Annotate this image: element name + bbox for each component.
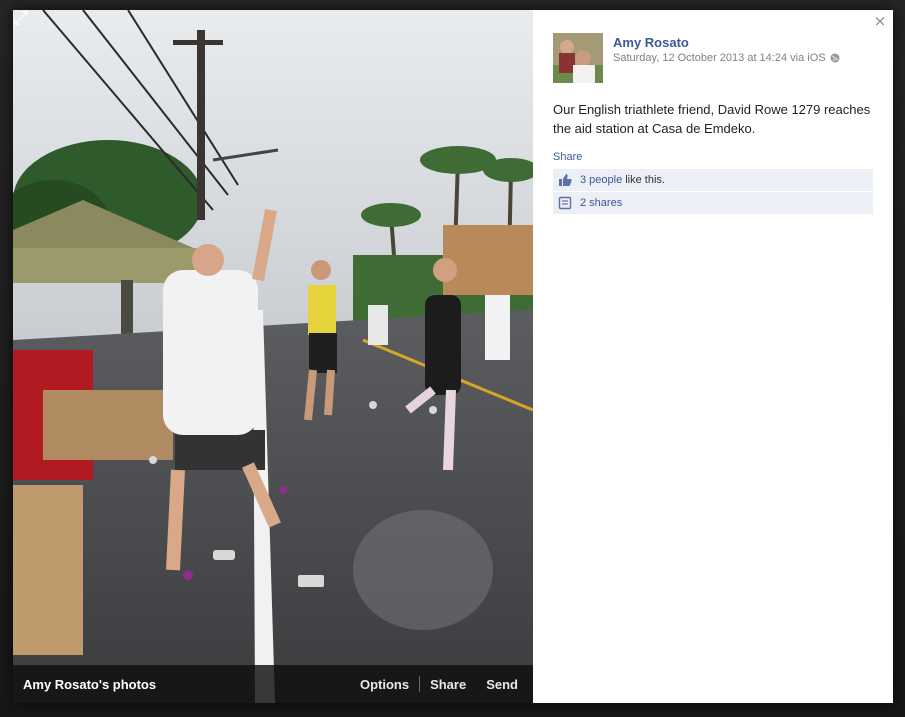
shares-icon (558, 196, 572, 210)
share-link[interactable]: Share (553, 151, 582, 163)
shares-link[interactable]: 2 shares (580, 197, 622, 209)
globe-icon[interactable] (830, 53, 840, 63)
post-details-panel: × Amy Rosato Saturday, 12 October 2013 a… (533, 10, 893, 703)
thumbs-up-icon (559, 174, 572, 186)
author-name[interactable]: Amy Rosato (613, 35, 689, 50)
expand-icon[interactable] (13, 10, 29, 26)
share-photo-button[interactable]: Share (420, 677, 476, 692)
close-icon[interactable]: × (873, 14, 887, 29)
album-link[interactable]: Amy Rosato's photos (13, 677, 350, 692)
shares-summary: 2 shares (553, 192, 873, 214)
likes-text: like this. (625, 174, 665, 186)
photo-action-bar: Amy Rosato's photos Options Share Send (13, 665, 533, 703)
avatar[interactable] (553, 33, 603, 83)
photo-stage[interactable]: Amy Rosato's photos Options Share Send (13, 10, 533, 703)
photo-viewer: Amy Rosato's photos Options Share Send ×… (13, 10, 893, 703)
post-caption: Our English triathlete friend, David Row… (553, 102, 871, 136)
send-button[interactable]: Send (476, 677, 533, 692)
race-photo (13, 10, 533, 703)
post-meta: Saturday, 12 October 2013 at 14:24 via i… (613, 52, 840, 64)
post-timestamp[interactable]: Saturday, 12 October 2013 at 14:24 via i… (613, 52, 826, 64)
likes-summary: 3 people like this. (553, 169, 873, 191)
likers-link[interactable]: 3 people (580, 174, 622, 186)
options-button[interactable]: Options (350, 677, 419, 692)
